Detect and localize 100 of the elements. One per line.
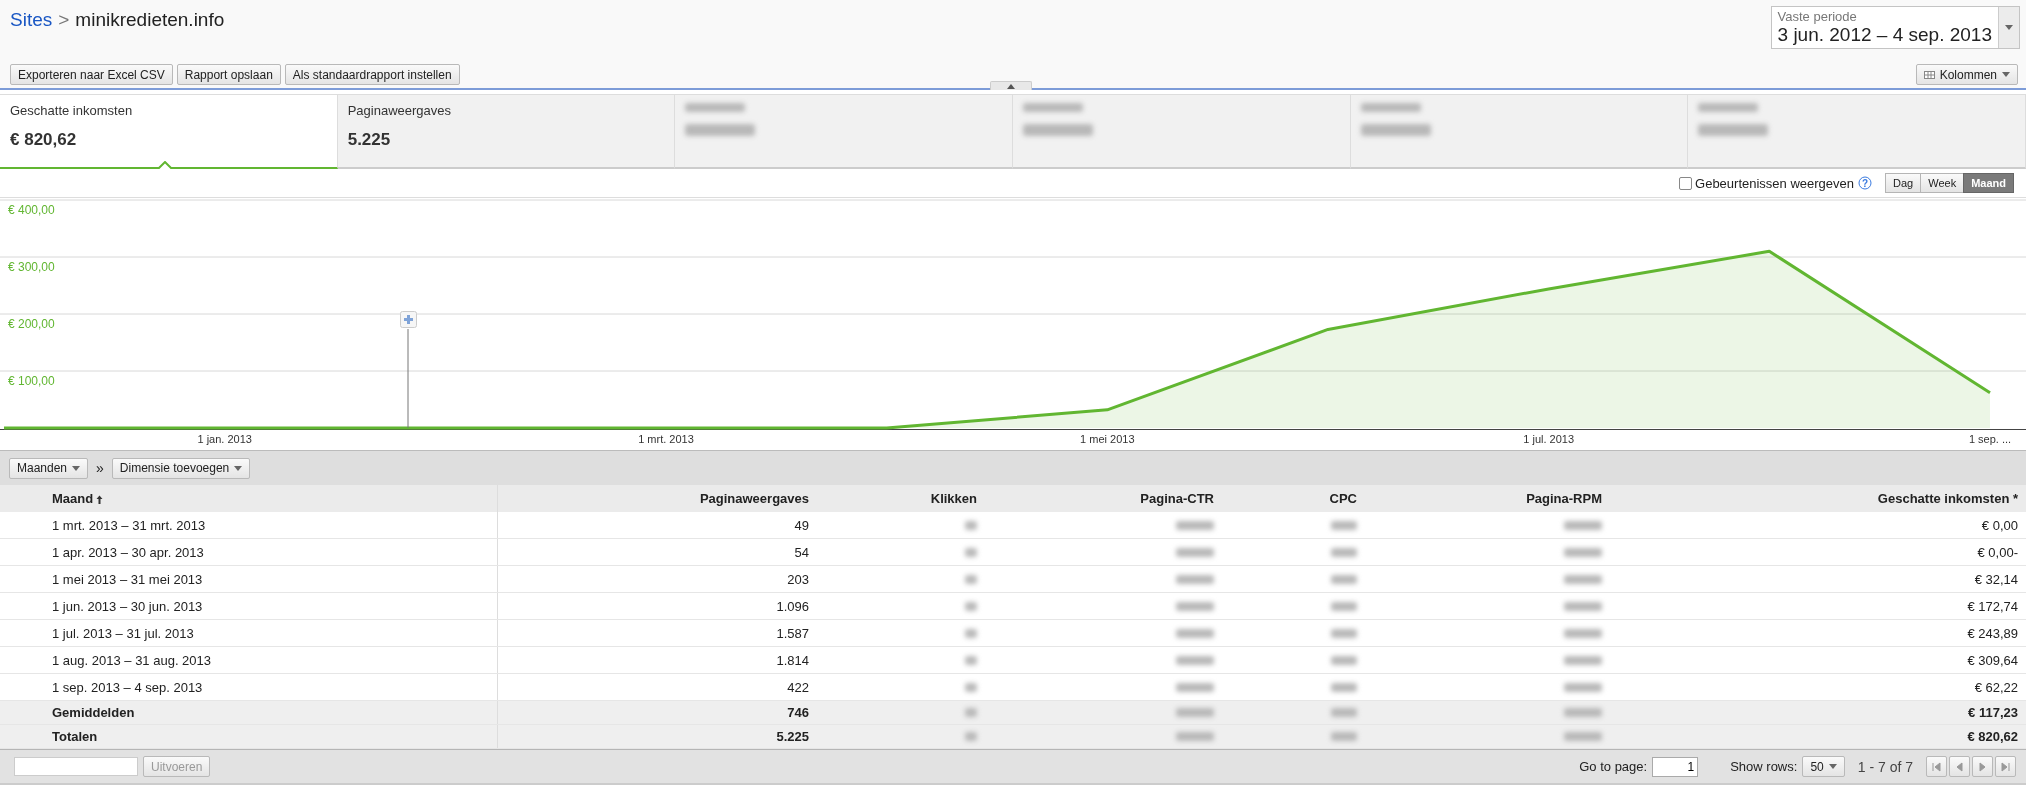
blurred-value	[1331, 574, 1357, 584]
annotation-marker[interactable]	[400, 311, 417, 429]
column-header[interactable]: Geschatte inkomsten *	[1610, 485, 2026, 512]
blurred-value	[965, 520, 977, 530]
blurred-value	[965, 574, 977, 584]
checkbox[interactable]	[1679, 176, 1693, 190]
metric-tab[interactable]	[1013, 95, 1351, 169]
blurred-label	[1360, 103, 1421, 112]
column-header[interactable]: Paginaweergaves	[497, 485, 817, 512]
plus-icon[interactable]	[400, 311, 417, 328]
caret-icon	[72, 465, 81, 471]
collapse-arrow-icon	[1007, 83, 1015, 89]
caret-icon	[234, 465, 243, 471]
filter-input[interactable]	[14, 757, 138, 776]
blurred-value	[1564, 520, 1602, 530]
blurred-value	[1331, 682, 1357, 692]
metric-tab[interactable]: Geschatte inkomsten € 820,62	[0, 95, 338, 169]
blurred-value	[965, 655, 977, 665]
blurred-value	[1331, 601, 1357, 611]
breadcrumb-separator: >	[58, 9, 70, 31]
rows-per-page-dropdown[interactable]: 50	[1802, 756, 1845, 777]
blurred-value	[1176, 732, 1214, 741]
page-range: 1 - 7 of 7	[1857, 758, 1913, 775]
collapse-tab[interactable]	[990, 81, 1032, 90]
columns-button[interactable]: Kolommen	[1915, 64, 2018, 85]
blurred-value	[1176, 520, 1214, 530]
table-cell: 1 aug. 2013 – 31 aug. 2013	[52, 652, 212, 668]
date-range-picker[interactable]: Vaste periode 3 jun. 2012 – 4 sep. 2013	[1770, 6, 2020, 49]
blurred-value	[1564, 682, 1602, 692]
last-page-icon[interactable]	[1999, 760, 2012, 773]
column-header[interactable]: Maand	[0, 485, 497, 512]
granularity-button[interactable]: Maand	[1963, 173, 2014, 193]
table-cell: € 0,00-	[1977, 544, 2018, 560]
page-input[interactable]: 1	[1652, 756, 1699, 777]
table-cell: 1 sep. 2013 – 4 sep. 2013	[52, 679, 203, 695]
blurred-value	[965, 547, 977, 557]
blurred-label	[685, 103, 746, 112]
summary-cell: Totalen	[52, 729, 98, 744]
table-cell: € 0,00	[1981, 517, 2018, 533]
blurred-value	[1176, 682, 1214, 692]
blurred-value	[1176, 655, 1214, 665]
show-rows-label: Show rows:	[1730, 759, 1798, 774]
table-cell: 1 mrt. 2013 – 31 mrt. 2013	[52, 517, 206, 533]
summary-cell: Gemiddelden	[52, 705, 135, 720]
metric-tab[interactable]: Paginaweergaves 5.225	[337, 95, 676, 169]
blurred-value	[1331, 655, 1357, 665]
table-cell: 1 mei 2013 – 31 mei 2013	[52, 571, 203, 587]
summary-cell: € 117,23	[1968, 705, 2018, 720]
column-header[interactable]: Klikken	[817, 485, 985, 512]
metric-tab[interactable]	[1350, 95, 1689, 169]
x-axis-label: 1 sep. ...	[1968, 433, 2012, 445]
table-cell: € 243,89	[1967, 625, 2018, 641]
blurred-value	[1176, 574, 1214, 584]
x-axis-label: 1 mei 2013	[1080, 433, 1135, 445]
blurred-value	[1176, 547, 1214, 557]
y-axis-label: € 400,00	[8, 203, 55, 217]
blurred-label	[1698, 103, 1759, 112]
granularity-button[interactable]: Dag	[1885, 173, 1922, 193]
dimension-dropdown[interactable]: Maanden	[9, 457, 89, 479]
column-header[interactable]: Pagina-CTR	[985, 485, 1222, 512]
column-header[interactable]: CPC	[1222, 485, 1365, 512]
toolbar-button[interactable]: Als standaardrapport instellen	[284, 64, 460, 85]
toolbar-button[interactable]: Exporteren naar Excel CSV	[10, 64, 173, 85]
metric-tab[interactable]	[675, 95, 1013, 169]
blurred-value	[1564, 574, 1602, 584]
table-cell: 1 jun. 2013 – 30 jun. 2013	[52, 598, 203, 614]
table-cell: € 172,74	[1967, 598, 2018, 614]
go-to-page-label: Go to page:	[1579, 759, 1648, 774]
separator-mark: »	[96, 460, 104, 476]
blurred-value	[1564, 732, 1602, 741]
column-header[interactable]: Pagina-RPM	[1365, 485, 1610, 512]
caret-icon	[2005, 25, 2013, 30]
first-page-icon[interactable]	[1930, 760, 1943, 773]
blurred-value	[1331, 547, 1357, 557]
caret-icon	[1828, 764, 1837, 769]
help-icon[interactable]: ?	[1858, 176, 1873, 190]
site-name: minikredieten.info	[75, 9, 225, 31]
table-cell: 203	[787, 571, 809, 587]
add-dimension-dropdown[interactable]: Dimensie toevoegen	[111, 457, 251, 479]
metric-tab[interactable]	[1688, 95, 2026, 169]
blurred-value	[1023, 124, 1093, 136]
x-axis-label: 1 jul. 2013	[1523, 433, 1575, 445]
summary-cell: 746	[787, 705, 809, 720]
y-axis-label: € 300,00	[8, 260, 55, 274]
toolbar-button[interactable]: Rapport opslaan	[176, 64, 281, 85]
blurred-value	[1176, 601, 1214, 611]
blurred-value	[965, 682, 977, 692]
blurred-value	[1564, 708, 1602, 717]
blurred-value	[685, 124, 756, 136]
blurred-value	[965, 732, 977, 741]
breadcrumb-link[interactable]: Sites	[10, 9, 53, 31]
sort-arrow-icon	[96, 495, 104, 505]
x-axis-label: 1 mrt. 2013	[638, 433, 694, 445]
x-axis-label: 1 jan. 2013	[197, 433, 252, 445]
blurred-value	[965, 708, 977, 717]
table-cell: € 62,22	[1974, 679, 2018, 695]
granularity-button[interactable]: Week	[1920, 173, 1965, 193]
date-range-label: Vaste periode	[1777, 9, 1858, 24]
selected-indicator	[158, 161, 172, 169]
date-range-value: 3 jun. 2012 – 4 sep. 2013	[1777, 24, 1992, 46]
